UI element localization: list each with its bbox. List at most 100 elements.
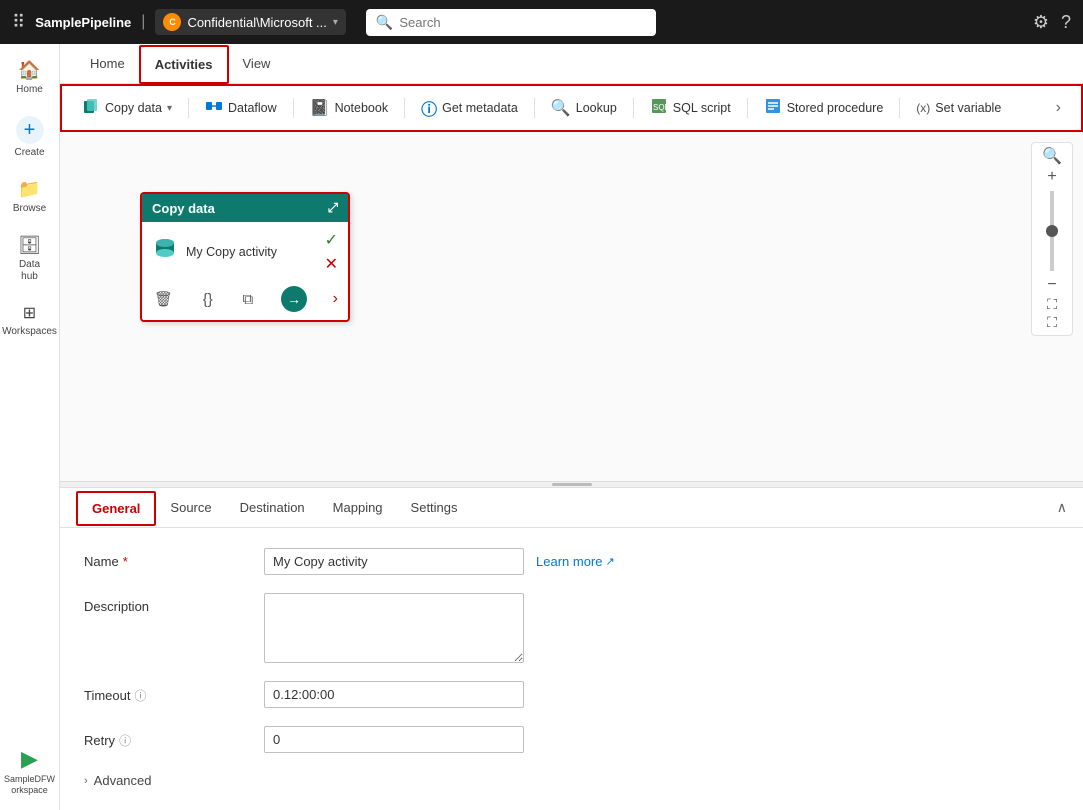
toolbar-lookup-label: Lookup	[576, 101, 617, 115]
copy-card-actions: 🗑 {} ⧉ → ›	[142, 282, 348, 320]
tab-source[interactable]: Source	[156, 492, 225, 525]
canvas: Copy data ⤢	[60, 132, 1083, 481]
form-name-input[interactable]	[264, 548, 524, 575]
bottom-panel: General Source Destination Mapping Setti…	[60, 487, 1083, 810]
datafactory-label: SampleDFWorkspace	[4, 774, 55, 796]
toolbar-notebook-label: Notebook	[335, 101, 389, 115]
toolbar-sql-script[interactable]: SQL SQL script	[642, 93, 739, 124]
sidebar-home-label: Home	[16, 84, 43, 96]
toolbar-lookup[interactable]: 🔍 Lookup	[543, 94, 625, 122]
notebook-icon: 📓	[310, 98, 330, 118]
copy-data-icon	[82, 97, 100, 120]
toolbar-separator-5	[633, 98, 634, 118]
form-name-label: Name *	[84, 548, 264, 569]
toolbar-set-variable[interactable]: (x) Set variable	[908, 97, 1009, 119]
copy-card-delete-button[interactable]: 🗑	[152, 288, 175, 310]
search-input[interactable]	[399, 15, 646, 30]
toolbar-get-metadata[interactable]: ⓘ Get metadata	[413, 92, 526, 124]
zoom-search-button[interactable]: 🔍	[1036, 147, 1068, 167]
toolbar-separator-2	[293, 98, 294, 118]
zoom-slider[interactable]	[1050, 191, 1054, 271]
copy-card-activity-name: My Copy activity	[186, 245, 317, 259]
toolbar-notebook[interactable]: 📓 Notebook	[302, 94, 396, 122]
topbar-right: ⚙ ?	[1033, 12, 1071, 33]
toolbar-separator-1	[188, 98, 189, 118]
form-area: Name * Learn more ↗ Description	[60, 528, 1083, 810]
browse-icon: 📁	[18, 179, 40, 200]
settings-button[interactable]: ⚙	[1033, 12, 1049, 33]
sidebar-item-datafactory[interactable]: ▶ SampleDFWorkspace	[0, 740, 61, 802]
form-name-required: *	[123, 554, 128, 569]
form-timeout-info-icon[interactable]: ⓘ	[134, 687, 146, 704]
copy-card-resize-icon[interactable]: ⤢	[328, 200, 338, 216]
form-retry-info-icon[interactable]: ⓘ	[119, 732, 131, 749]
copy-card-check-icon: ✓	[325, 230, 338, 250]
form-description-label: Description	[84, 593, 264, 614]
canvas-area: Copy data ⤢	[60, 132, 1083, 481]
sidebar-item-browse[interactable]: 📁 Browse	[4, 171, 56, 223]
sidebar-item-home[interactable]: 🏠 Home	[4, 52, 56, 104]
tab-mapping[interactable]: Mapping	[319, 492, 397, 525]
topbar: ⠿ SamplePipeline | C Confidential\Micros…	[0, 0, 1083, 44]
sidebar: 🏠 Home + Create 📁 Browse 🗄 Data hub ⊞ Wo…	[0, 44, 60, 810]
toolbar-more-button[interactable]: ›	[1048, 95, 1069, 121]
help-button[interactable]: ?	[1061, 12, 1071, 33]
form-timeout-label-text: Timeout	[84, 688, 130, 703]
copy-card-copy-button[interactable]: ⧉	[241, 289, 256, 310]
tab-activities[interactable]: Activities	[139, 45, 229, 84]
external-link-icon: ↗	[605, 555, 614, 568]
sidebar-item-workspaces[interactable]: ⊞ Workspaces	[4, 295, 56, 346]
workspace-label: Confidential\Microsoft ...	[187, 15, 326, 30]
copy-card-title: Copy data	[152, 201, 215, 216]
zoom-in-button[interactable]: +	[1041, 167, 1062, 187]
set-variable-icon: (x)	[916, 101, 930, 115]
advanced-label: Advanced	[94, 773, 152, 788]
form-timeout-label: Timeout ⓘ	[84, 681, 264, 704]
toolbar-sql-script-label: SQL script	[673, 101, 731, 115]
form-description-input[interactable]	[264, 593, 524, 663]
pane-divider-handle	[552, 483, 592, 486]
form-row-advanced[interactable]: › Advanced	[84, 771, 1059, 790]
fullscreen-button[interactable]: ⛶	[1041, 313, 1063, 331]
sidebar-item-create[interactable]: + Create	[4, 108, 56, 167]
tab-destination[interactable]: Destination	[226, 492, 319, 525]
search-icon: 🔍	[376, 14, 393, 31]
copy-card-nav-icon[interactable]: ›	[333, 290, 338, 308]
form-name-label-text: Name	[84, 554, 119, 569]
sidebar-datahub-label: Data hub	[10, 259, 50, 283]
form-retry-input[interactable]	[264, 726, 524, 753]
toolbar-separator-6	[747, 98, 748, 118]
zoom-out-button[interactable]: −	[1041, 275, 1062, 295]
search-box: 🔍	[366, 9, 656, 36]
toolbar-get-metadata-label: Get metadata	[442, 101, 518, 115]
toolbar-stored-procedure[interactable]: Stored procedure	[756, 93, 892, 124]
learn-more-link[interactable]: Learn more ↗	[536, 548, 615, 569]
form-row-description: Description	[84, 593, 1059, 663]
sidebar-browse-label: Browse	[13, 203, 46, 215]
copy-card-go-button[interactable]: →	[281, 286, 307, 312]
tab-general[interactable]: General	[76, 491, 156, 526]
tab-view[interactable]: View	[229, 46, 285, 83]
toolbar-copy-data[interactable]: Copy data ▾	[74, 93, 180, 124]
workspace-selector[interactable]: C Confidential\Microsoft ... ▾	[155, 9, 345, 35]
toolbar-dataflow[interactable]: Dataflow	[197, 93, 285, 124]
stored-procedure-icon	[764, 97, 782, 120]
tab-settings[interactable]: Settings	[397, 492, 472, 525]
toolbar-set-variable-label: Set variable	[935, 101, 1001, 115]
copy-card-header: Copy data ⤢	[142, 194, 348, 222]
collapse-panel-button[interactable]: ∧	[1057, 499, 1067, 516]
form-row-timeout: Timeout ⓘ	[84, 681, 1059, 708]
activities-toolbar: Copy data ▾ Dataflow 📓 Notebook ⓘ Get me…	[60, 84, 1083, 132]
get-metadata-icon: ⓘ	[421, 96, 437, 120]
toolbar-copy-data-label: Copy data	[105, 101, 162, 115]
tab-home[interactable]: Home	[76, 46, 139, 83]
form-retry-label: Retry ⓘ	[84, 726, 264, 749]
sidebar-item-datahub[interactable]: 🗄 Data hub	[4, 227, 56, 291]
form-timeout-input[interactable]	[264, 681, 524, 708]
dataflow-icon	[205, 97, 223, 120]
sidebar-bottom: ▶ SampleDFWorkspace	[0, 740, 61, 802]
main-tab-bar: Home Activities View	[60, 44, 1083, 84]
copy-card-code-button[interactable]: {}	[201, 289, 215, 310]
fit-to-screen-button[interactable]: ⛶	[1041, 295, 1063, 313]
grid-icon[interactable]: ⠿	[12, 12, 25, 33]
